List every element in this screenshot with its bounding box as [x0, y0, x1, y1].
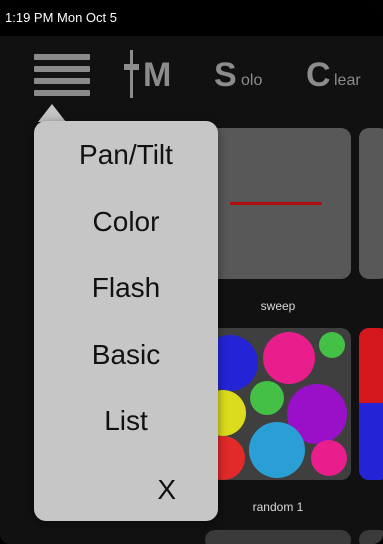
toolbar: M S olo C lear: [0, 36, 383, 114]
hamburger-menu-icon[interactable]: [34, 54, 90, 96]
menu-item-flash[interactable]: Flash: [34, 272, 218, 304]
partial-tile[interactable]: [359, 128, 383, 279]
random-1-tile[interactable]: [205, 328, 351, 480]
solo-button-suffix[interactable]: olo: [241, 72, 262, 90]
master-button[interactable]: M: [143, 56, 171, 95]
category-menu-popover: Pan/Tilt Color Flash Basic List X: [34, 121, 218, 521]
clear-button-suffix[interactable]: lear: [334, 72, 361, 90]
menu-item-pan-tilt[interactable]: Pan/Tilt: [34, 139, 218, 171]
random-circles-graphic: [205, 332, 347, 480]
partial-tile[interactable]: [359, 530, 383, 544]
fader-icon[interactable]: [124, 50, 140, 98]
menu-item-basic[interactable]: Basic: [34, 339, 218, 371]
partial-tile[interactable]: [359, 328, 383, 480]
sweep-tile[interactable]: [205, 128, 351, 279]
app-screen: 1:19 PM Mon Oct 5 M S olo C lear sweep r…: [0, 0, 383, 544]
menu-pointer: [38, 104, 66, 122]
menu-close-button[interactable]: X: [34, 474, 176, 506]
status-bar: 1:19 PM Mon Oct 5: [0, 0, 383, 36]
menu-item-color[interactable]: Color: [34, 206, 218, 238]
sweep-line: [230, 202, 322, 205]
partial-tile[interactable]: [205, 530, 351, 544]
solo-button[interactable]: S: [214, 56, 237, 95]
random-1-tile-label: random 1: [252, 500, 304, 514]
menu-item-list[interactable]: List: [34, 405, 218, 437]
status-time-date: 1:19 PM Mon Oct 5: [5, 10, 117, 25]
sweep-tile-label: sweep: [260, 299, 296, 313]
clear-button[interactable]: C: [306, 56, 331, 95]
